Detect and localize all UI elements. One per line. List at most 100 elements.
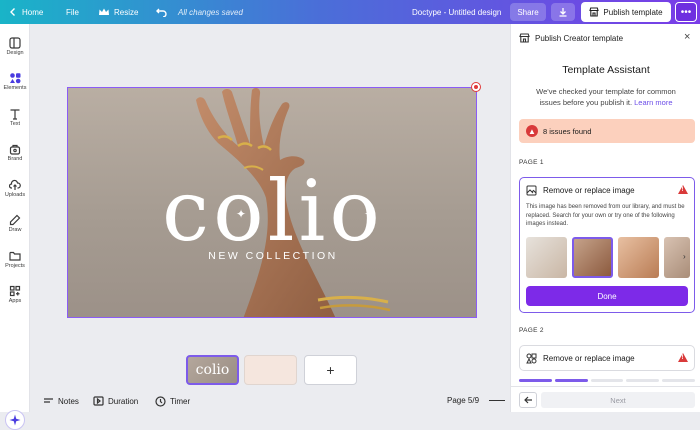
resize-button[interactable]: Resize	[98, 0, 138, 24]
draw-icon	[9, 214, 21, 226]
assistant-description: We've checked your template for common i…	[525, 86, 687, 108]
sidebar-item-label: Design	[6, 50, 24, 56]
add-page-button[interactable]: +	[304, 355, 357, 385]
replacement-image-option-selected[interactable]	[572, 237, 613, 278]
done-button[interactable]: Done	[526, 286, 688, 306]
notes-label: Notes	[58, 396, 79, 406]
next-label: Next	[610, 395, 626, 405]
download-icon	[559, 8, 567, 17]
progress-step	[662, 379, 695, 382]
sidebar-item-label: Projects	[5, 263, 25, 269]
progress-step	[519, 379, 552, 382]
uploads-icon	[9, 179, 21, 190]
publish-template-button[interactable]: Publish template	[581, 2, 671, 22]
chevron-right-icon[interactable]: ›	[683, 252, 686, 261]
next-button[interactable]: Next	[541, 392, 695, 408]
sidebar-item-label: Elements	[3, 85, 27, 91]
sidebar-item-uploads[interactable]: Uploads	[0, 178, 30, 198]
page-2-label: PAGE 2	[519, 327, 544, 334]
issue-card[interactable]: Remove or replace image !	[519, 345, 695, 371]
home-button[interactable]: Home	[8, 0, 43, 24]
notes-button[interactable]: Notes	[43, 396, 79, 406]
issue-title: Remove or replace image	[543, 186, 635, 195]
page-thumbnail-active[interactable]: colio	[186, 355, 239, 385]
sidebar-item-projects[interactable]: Projects	[0, 249, 30, 269]
canvas-area: colio NEW COLLECTION ✦ ✦ colio +	[31, 24, 510, 392]
file-menu[interactable]: File	[66, 0, 79, 24]
sidebar-item-elements[interactable]: Elements	[0, 71, 30, 91]
replacement-image-option[interactable]	[526, 237, 567, 278]
panel-header: Publish Creator template	[519, 33, 623, 43]
sparkle-icon: ✦	[364, 207, 375, 221]
page-1-label: PAGE 1	[519, 159, 544, 166]
arrow-left-icon	[523, 396, 532, 404]
done-label: Done	[597, 291, 617, 301]
download-button[interactable]	[551, 3, 575, 21]
bottom-toolbar: Notes Duration Timer Page 5/9	[31, 392, 510, 412]
timer-button[interactable]: Timer	[155, 396, 190, 407]
undo-icon	[156, 8, 167, 17]
panel-footer: Next	[511, 386, 700, 412]
publish-template-label: Publish template	[603, 7, 663, 17]
learn-more-link[interactable]: Learn more	[634, 98, 672, 107]
top-toolbar: Home File Resize All changes saved Docty…	[0, 0, 700, 24]
timer-label: Timer	[170, 397, 191, 406]
chevron-left-icon	[10, 8, 15, 16]
page-counter-text: Page 5/9	[447, 396, 480, 405]
file-label: File	[66, 7, 79, 17]
more-options-button[interactable]: •••	[675, 2, 697, 22]
page-counter[interactable]: Page 5/9	[447, 396, 506, 405]
warning-triangle-icon: !	[678, 353, 688, 362]
duration-label: Duration	[108, 396, 139, 406]
document-title-text: Doctype - Untitled design	[412, 7, 502, 17]
replacement-image-option[interactable]	[664, 237, 690, 278]
crown-icon	[99, 8, 109, 15]
save-status-text: All changes saved	[178, 7, 243, 17]
issues-count: 8 issues found	[543, 126, 592, 136]
back-button[interactable]	[519, 392, 537, 408]
page-thumbnail[interactable]	[244, 355, 297, 385]
issue-description: This image has been removed from our lib…	[526, 204, 685, 227]
sidebar-item-label: Text	[9, 121, 21, 127]
issues-banner: ▲ 8 issues found	[519, 119, 695, 143]
more-icon: •••	[680, 6, 692, 18]
sidebar-item-brand[interactable]: Brand	[0, 142, 30, 162]
progress-step	[590, 379, 624, 382]
replacement-image-option[interactable]	[618, 237, 659, 278]
brand-icon	[9, 144, 21, 155]
issue-title-row: Remove or replace image	[526, 185, 635, 196]
issue-card: Remove or replace image ! This image has…	[519, 177, 695, 313]
design-page[interactable]: colio NEW COLLECTION ✦ ✦	[67, 87, 477, 318]
sidebar-item-draw[interactable]: Draw	[0, 213, 30, 233]
magic-assistant-button[interactable]	[5, 410, 25, 430]
progress-steps	[519, 379, 695, 382]
issue-marker[interactable]	[471, 82, 481, 92]
undo-button[interactable]	[156, 0, 167, 24]
elements-icon	[10, 73, 21, 84]
sidebar-item-label: Draw	[8, 227, 22, 233]
sidebar-item-design[interactable]: Design	[0, 36, 30, 56]
sidebar-item-label: Uploads	[4, 192, 26, 198]
warning-triangle-icon: !	[678, 185, 688, 194]
sidebar-item-label: Apps	[8, 298, 22, 304]
folder-icon	[9, 251, 21, 261]
warning-icon: ▲	[526, 125, 538, 137]
text-icon	[10, 109, 20, 120]
brand-subtitle[interactable]: NEW COLLECTION	[68, 250, 476, 262]
sidebar-item-apps[interactable]: Apps	[0, 284, 30, 304]
duration-button[interactable]: Duration	[93, 396, 138, 406]
sparkle-icon: ✦	[236, 207, 247, 221]
panel-header-title: Publish Creator template	[535, 33, 624, 43]
store-icon	[519, 33, 530, 43]
close-icon[interactable]: ×	[684, 31, 690, 43]
share-button[interactable]: Share	[510, 3, 546, 21]
brand-title[interactable]: colio	[68, 162, 476, 260]
zoom-slider[interactable]	[489, 399, 506, 402]
sidebar-item-text[interactable]: Text	[0, 107, 30, 127]
thumbnail-text: colio	[195, 362, 230, 378]
document-title[interactable]: Doctype - Untitled design	[412, 0, 501, 24]
save-status: All changes saved	[178, 0, 243, 24]
issue-title: Remove or replace image	[543, 354, 635, 363]
timer-icon	[155, 396, 166, 407]
play-icon	[93, 396, 104, 406]
